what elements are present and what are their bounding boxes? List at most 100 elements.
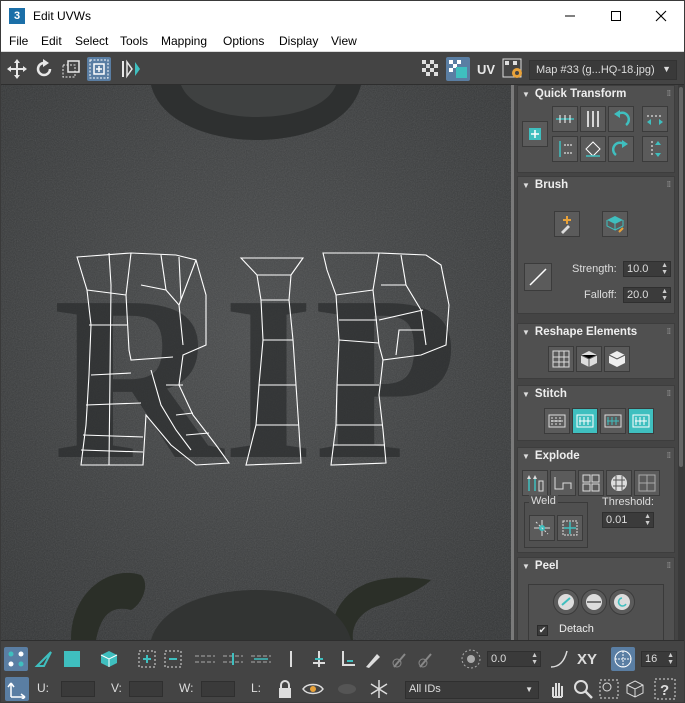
reset-peel-button[interactable] bbox=[609, 589, 635, 615]
detach-edge-button[interactable] bbox=[550, 470, 576, 496]
rotate-ccw-button[interactable] bbox=[608, 106, 634, 132]
xy-space-button[interactable]: XY bbox=[573, 647, 601, 671]
weld-selected-button[interactable] bbox=[529, 515, 555, 541]
menu-edit[interactable]: Edit bbox=[41, 34, 62, 48]
scale-tool-button[interactable] bbox=[59, 57, 83, 81]
relax-brush-button[interactable] bbox=[602, 211, 628, 237]
align-left-button[interactable] bbox=[552, 136, 578, 162]
falloff-spinner[interactable]: 20.0 ▲ ▼ bbox=[623, 287, 671, 303]
spinner-arrows-icon[interactable]: ▲ ▼ bbox=[531, 652, 538, 666]
v-field[interactable] bbox=[129, 681, 163, 697]
grid-reshape-button[interactable] bbox=[548, 346, 574, 372]
paint-select-shrink-button[interactable] bbox=[415, 647, 439, 671]
edge-mode-button[interactable] bbox=[32, 647, 56, 671]
pan-button[interactable] bbox=[545, 677, 569, 701]
point-to-point-button[interactable] bbox=[279, 647, 303, 671]
stitch-to-target-button[interactable] bbox=[544, 408, 570, 434]
select-by-smoothing-button[interactable] bbox=[307, 647, 331, 671]
straighten-button[interactable] bbox=[580, 136, 606, 162]
space-vertical-button[interactable] bbox=[642, 136, 668, 162]
spinner-arrows-icon[interactable]: ▲ ▼ bbox=[661, 288, 668, 302]
weld-target-button[interactable] bbox=[557, 515, 583, 541]
threshold-spinner[interactable]: 0.01 ▲ ▼ bbox=[602, 512, 654, 528]
brush-falloff-curve-button[interactable] bbox=[524, 263, 552, 291]
zoom-region-button[interactable] bbox=[597, 677, 621, 701]
pivot-button[interactable] bbox=[522, 121, 548, 147]
menu-mapping[interactable]: Mapping bbox=[161, 34, 207, 48]
paint-select-grow-button[interactable] bbox=[389, 647, 413, 671]
flatten-by-material-button[interactable] bbox=[634, 470, 660, 496]
paint-move-button[interactable] bbox=[554, 211, 580, 237]
menu-tools[interactable]: Tools bbox=[120, 34, 148, 48]
u-field[interactable] bbox=[61, 681, 95, 697]
panel-scrollbar[interactable] bbox=[678, 85, 684, 640]
flatten-by-polygon-button[interactable] bbox=[578, 470, 604, 496]
stitch-to-source-button[interactable] bbox=[600, 408, 626, 434]
move-tool-button[interactable] bbox=[5, 57, 29, 81]
texture-map-dropdown[interactable]: Map #33 (g...HQ-18.jpg) ▼ bbox=[529, 60, 677, 80]
panel-scrollbar-thumb[interactable] bbox=[679, 87, 683, 467]
rotate-tool-button[interactable] bbox=[32, 57, 56, 81]
quick-transform-header[interactable]: ▼ Quick Transform ⁞⁞ bbox=[518, 86, 674, 104]
ring-select-button[interactable] bbox=[221, 647, 245, 671]
menu-display[interactable]: Display bbox=[279, 34, 318, 48]
lock-selection-button[interactable] bbox=[273, 677, 297, 701]
falloff-type-button[interactable] bbox=[547, 647, 571, 671]
freeze-button[interactable] bbox=[367, 677, 391, 701]
uv-axis-button[interactable]: UV bbox=[474, 57, 498, 81]
peel-mode-button[interactable] bbox=[581, 589, 607, 615]
hide-unhide-button[interactable] bbox=[301, 677, 325, 701]
rotate-cw-button[interactable] bbox=[608, 136, 634, 162]
relax-element-button[interactable] bbox=[576, 346, 602, 372]
polygon-mode-button[interactable] bbox=[60, 647, 84, 671]
freeform-tool-button[interactable] bbox=[87, 57, 111, 81]
menu-file[interactable]: File bbox=[9, 34, 28, 48]
strength-spinner[interactable]: 10.0 ▲ ▼ bbox=[623, 261, 671, 277]
help-button[interactable]: ? bbox=[653, 677, 677, 701]
material-ids-dropdown[interactable]: All IDs ▼ bbox=[405, 681, 539, 699]
show-map-button[interactable] bbox=[446, 57, 470, 81]
hide-element-button[interactable] bbox=[335, 677, 359, 701]
break-button[interactable] bbox=[522, 470, 548, 496]
align-horizontal-button[interactable] bbox=[552, 106, 578, 132]
menu-view[interactable]: View bbox=[331, 34, 357, 48]
unfold-element-button[interactable] bbox=[604, 346, 630, 372]
zoom-extents-button[interactable] bbox=[623, 677, 647, 701]
zoom-button[interactable] bbox=[571, 677, 595, 701]
map-options-button[interactable] bbox=[501, 57, 525, 81]
grow-selection-button[interactable] bbox=[135, 647, 159, 671]
absolute-offset-toggle[interactable] bbox=[5, 677, 29, 701]
loop-select-button[interactable] bbox=[193, 647, 217, 671]
element-mode-button[interactable] bbox=[97, 647, 121, 671]
peel-header[interactable]: ▼ Peel ⁞⁞ bbox=[518, 558, 674, 576]
select-overlap-button[interactable] bbox=[335, 647, 359, 671]
spinner-arrows-icon[interactable]: ▲ ▼ bbox=[644, 513, 651, 527]
uv-viewport-canvas[interactable]: RIP bbox=[1, 85, 511, 640]
shrink-selection-button[interactable] bbox=[161, 647, 185, 671]
edge-distance-spinner[interactable]: 16 ▲ ▼ bbox=[641, 651, 677, 667]
checker-pattern-button[interactable] bbox=[419, 57, 443, 81]
reshape-elements-header[interactable]: ▼ Reshape Elements ⁞⁞ bbox=[518, 324, 674, 342]
w-field[interactable] bbox=[201, 681, 235, 697]
edge-loop-button[interactable] bbox=[249, 647, 273, 671]
close-button[interactable] bbox=[638, 1, 684, 31]
spinner-arrows-icon[interactable]: ▲ ▼ bbox=[667, 652, 674, 666]
detach-checkbox[interactable]: ✔ bbox=[537, 625, 548, 636]
soft-selection-button[interactable] bbox=[459, 647, 483, 671]
spinner-arrows-icon[interactable]: ▲ ▼ bbox=[661, 262, 668, 276]
space-horizontal-button[interactable] bbox=[642, 106, 668, 132]
paint-select-button[interactable] bbox=[361, 647, 385, 671]
quick-peel-button[interactable] bbox=[553, 589, 579, 615]
vertex-mode-button[interactable] bbox=[4, 647, 28, 671]
flatten-by-smoothing-button[interactable] bbox=[606, 470, 632, 496]
maximize-button[interactable] bbox=[593, 1, 639, 31]
menu-options[interactable]: Options bbox=[223, 34, 264, 48]
soft-selection-spinner[interactable]: 0.0 ▲ ▼ bbox=[487, 651, 541, 667]
minimize-button[interactable] bbox=[547, 1, 593, 31]
mirror-tool-button[interactable] bbox=[119, 57, 143, 81]
menu-select[interactable]: Select bbox=[75, 34, 108, 48]
stitch-average-button[interactable] bbox=[572, 408, 598, 434]
stitch-custom-button[interactable] bbox=[628, 408, 654, 434]
stitch-header[interactable]: ▼ Stitch ⁞⁞ bbox=[518, 386, 674, 404]
align-vertical-button[interactable] bbox=[580, 106, 606, 132]
